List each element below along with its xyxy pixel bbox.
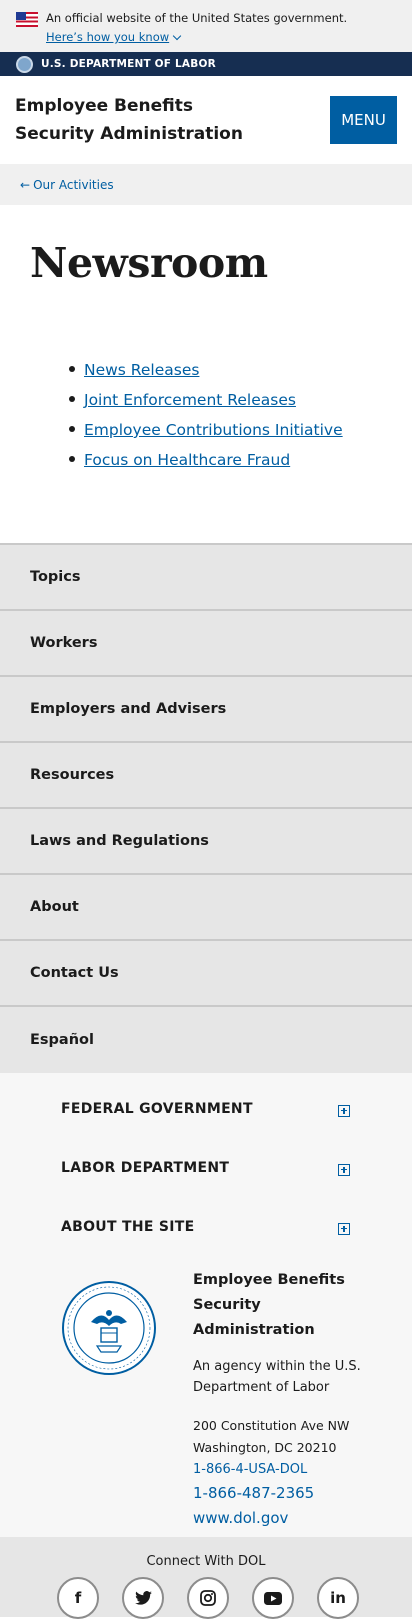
footer-agency-name: Employee Benefits Security Administratio…: [193, 1272, 345, 1338]
nav-item-label: Topics: [30, 569, 81, 585]
page-title: Newsroom: [30, 239, 268, 287]
nav-item-label: Contact Us: [30, 965, 119, 981]
dol-bar-label: U.S. DEPARTMENT OF LABOR: [41, 58, 216, 70]
nav-item-label: Employers and Advisers: [30, 701, 227, 717]
nav-item-espanol[interactable]: Español: [0, 1007, 412, 1073]
accordion-label: FEDERAL GOVERNMENT: [61, 1100, 253, 1117]
list-item: Focus on Healthcare Fraud: [69, 445, 343, 475]
employee-contributions-initiative-link[interactable]: Employee Contributions Initiative: [84, 421, 343, 439]
youtube-icon[interactable]: [252, 1577, 294, 1619]
nav-item-topics[interactable]: Topics: [0, 545, 412, 611]
dol-seal-icon: [62, 1281, 156, 1375]
nav-item-laws-and-regulations[interactable]: Laws and Regulations: [0, 809, 412, 875]
us-flag-icon: [16, 12, 38, 27]
connect-with-dol: Connect With DOL f in: [0, 1537, 412, 1619]
connect-label: Connect With DOL: [146, 1554, 266, 1569]
gov-banner: An official website of the United States…: [0, 0, 412, 52]
address-line: Washington, DC 20210: [193, 1440, 337, 1455]
breadcrumb-our-activities[interactable]: Our Activities: [33, 178, 114, 192]
site-header: Employee Benefits Security Administratio…: [0, 76, 412, 164]
plus-icon: [338, 1222, 350, 1235]
dol-website-link[interactable]: www.dol.gov: [193, 1505, 383, 1531]
accordion-label: LABOR DEPARTMENT: [61, 1159, 230, 1176]
dol-seal-icon: [16, 55, 33, 73]
accordion-about-the-site[interactable]: ABOUT THE SITE: [0, 1197, 412, 1256]
arrow-left-icon: ←: [20, 177, 31, 192]
twitter-icon[interactable]: [122, 1577, 164, 1619]
focus-on-healthcare-fraud-link[interactable]: Focus on Healthcare Fraud: [84, 451, 290, 469]
nav-item-resources[interactable]: Resources: [0, 743, 412, 809]
nav-item-about[interactable]: About: [0, 875, 412, 941]
accordion-label: ABOUT THE SITE: [61, 1218, 195, 1235]
plus-icon: [338, 1163, 350, 1176]
menu-button[interactable]: MENU: [330, 96, 397, 144]
news-releases-link[interactable]: News Releases: [84, 361, 199, 379]
heres-how-you-know-link[interactable]: Here’s how you know: [46, 29, 182, 45]
footer-address: 200 Constitution Ave NW Washington, DC 2…: [193, 1415, 383, 1459]
instagram-icon[interactable]: [187, 1577, 229, 1619]
nav-item-workers[interactable]: Workers: [0, 611, 412, 677]
newsroom-links: News Releases Joint Enforcement Releases…: [69, 355, 343, 475]
nav-item-label: About: [30, 899, 79, 915]
footer-agency-description: An agency within the U.S. Department of …: [193, 1359, 361, 1395]
list-item: News Releases: [69, 355, 343, 385]
social-links: f in: [0, 1577, 412, 1619]
accordion-labor-department[interactable]: LABOR DEPARTMENT: [0, 1138, 412, 1197]
phone-number-link[interactable]: 1-866-487-2365: [193, 1481, 383, 1505]
nav-item-label: Español: [30, 1032, 94, 1048]
site-title[interactable]: Employee Benefits Security Administratio…: [15, 92, 275, 148]
linkedin-icon[interactable]: in: [317, 1577, 359, 1619]
nav-item-contact-us[interactable]: Contact Us: [0, 941, 412, 1007]
facebook-icon[interactable]: f: [57, 1577, 99, 1619]
nav-item-employers-and-advisers[interactable]: Employers and Advisers: [0, 677, 412, 743]
list-item: Employee Contributions Initiative: [69, 415, 343, 445]
address-line: 200 Constitution Ave NW: [193, 1418, 350, 1433]
dol-bar[interactable]: U.S. DEPARTMENT OF LABOR: [0, 52, 412, 76]
nav-item-label: Resources: [30, 767, 115, 783]
accordion-federal-government[interactable]: FEDERAL GOVERNMENT: [0, 1079, 412, 1138]
heres-how-you-know-label: Here’s how you know: [46, 30, 170, 44]
site-footer: FEDERAL GOVERNMENT LABOR DEPARTMENT ABOU…: [0, 1073, 412, 1619]
gov-banner-text: An official website of the United States…: [46, 11, 348, 25]
plus-icon: [338, 1104, 350, 1117]
agency-info: Employee Benefits Security Administratio…: [0, 1256, 412, 1537]
main-content: Newsroom News Releases Joint Enforcement…: [0, 205, 412, 543]
breadcrumb: ← Our Activities: [0, 164, 412, 205]
joint-enforcement-releases-link[interactable]: Joint Enforcement Releases: [84, 391, 296, 409]
list-item: Joint Enforcement Releases: [69, 385, 343, 415]
section-nav: Topics Workers Employers and Advisers Re…: [0, 543, 412, 1073]
nav-item-label: Laws and Regulations: [30, 833, 209, 849]
phone-usa-dol-link[interactable]: 1-866-4-USA-DOL: [193, 1459, 383, 1481]
chevron-down-icon: [172, 31, 182, 40]
nav-item-label: Workers: [30, 635, 98, 651]
